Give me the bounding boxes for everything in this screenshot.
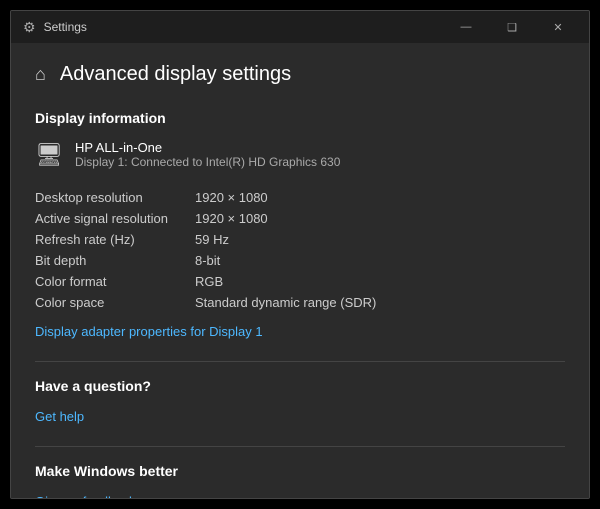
row-label: Color space [35,292,195,313]
device-name: HP ALL-in-One [75,140,340,155]
adapter-properties-link[interactable]: Display adapter properties for Display 1 [35,324,263,339]
device-info: HP ALL-in-One Display 1: Connected to In… [75,140,340,169]
table-row: Active signal resolution1920 × 1080 [35,208,565,229]
page-header: ⌂ Advanced display settings [35,63,565,86]
display-information-section: Display information 🖥 HP ALL-in-One Disp… [35,110,565,345]
row-label: Refresh rate (Hz) [35,229,195,250]
get-help-link[interactable]: Get help [35,409,84,424]
divider-1 [35,361,565,362]
title-bar-left: ⚙ Settings [23,19,87,36]
table-row: Desktop resolution1920 × 1080 [35,187,565,208]
row-value: 8-bit [195,250,565,271]
row-value: 1920 × 1080 [195,187,565,208]
home-icon: ⌂ [35,64,46,85]
monitor-icon: 🖥 [35,142,63,168]
title-bar-text: Settings [44,20,87,34]
row-label: Color format [35,271,195,292]
table-row: Refresh rate (Hz)59 Hz [35,229,565,250]
minimize-button[interactable]: — [443,11,489,43]
table-row: Bit depth8-bit [35,250,565,271]
main-content: ⌂ Advanced display settings Display info… [11,43,589,498]
row-value: Standard dynamic range (SDR) [195,292,565,313]
row-label: Desktop resolution [35,187,195,208]
row-label: Bit depth [35,250,195,271]
table-row: Color formatRGB [35,271,565,292]
title-bar: ⚙ Settings — ❑ ✕ [11,11,589,43]
page-title: Advanced display settings [60,63,291,86]
row-label: Active signal resolution [35,208,195,229]
settings-window: ⚙ Settings — ❑ ✕ ⌂ Advanced display sett… [10,10,590,499]
info-table: Desktop resolution1920 × 1080Active sign… [35,187,565,313]
content-area: ⌂ Advanced display settings Display info… [11,43,589,498]
question-section-title: Have a question? [35,378,565,394]
divider-2 [35,446,565,447]
maximize-button[interactable]: ❑ [489,11,535,43]
close-button[interactable]: ✕ [535,11,581,43]
question-section: Have a question? Get help [35,378,565,430]
row-value: 1920 × 1080 [195,208,565,229]
display-section-title: Display information [35,110,565,126]
feedback-link[interactable]: Give us feedback [35,494,135,498]
title-bar-controls: — ❑ ✕ [443,11,581,43]
windows-section-title: Make Windows better [35,463,565,479]
table-row: Color spaceStandard dynamic range (SDR) [35,292,565,313]
row-value: RGB [195,271,565,292]
display-device: 🖥 HP ALL-in-One Display 1: Connected to … [35,140,565,169]
row-value: 59 Hz [195,229,565,250]
settings-app-icon: ⚙ [23,19,36,36]
device-subtitle: Display 1: Connected to Intel(R) HD Grap… [75,155,340,169]
windows-section: Make Windows better Give us feedback [35,463,565,498]
